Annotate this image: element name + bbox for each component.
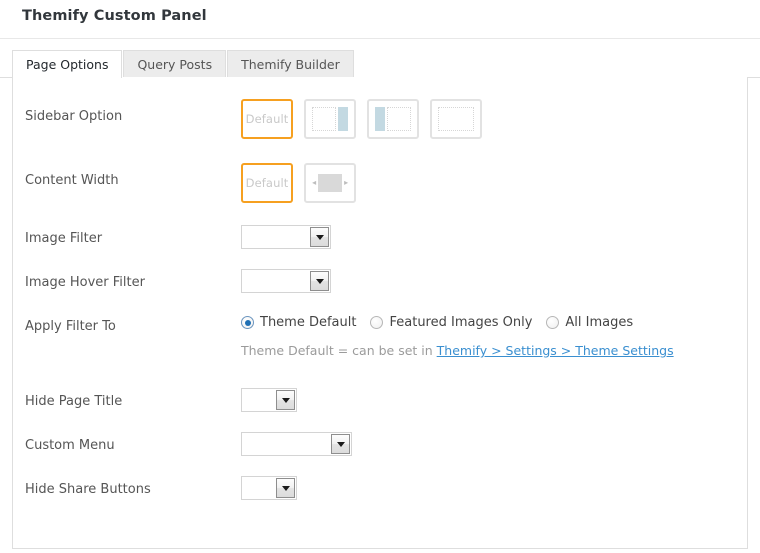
- sidebar-option-full-width[interactable]: [430, 99, 483, 139]
- select-value: [247, 477, 274, 499]
- select-value: [247, 270, 308, 292]
- row-image-filter: Image Filter: [13, 225, 747, 255]
- content-width-custom[interactable]: ◂ ▸: [304, 163, 357, 203]
- row-apply-filter-to: Apply Filter To Theme Default Featured I…: [13, 313, 747, 373]
- apply-filter-to-radio-group: Theme Default Featured Images Only All I…: [241, 315, 674, 330]
- radio-indicator: [241, 316, 254, 329]
- tab-label: Page Options: [26, 57, 109, 72]
- sidebar-option-default[interactable]: Default: [241, 99, 293, 139]
- tab-label: Query Posts: [137, 57, 213, 72]
- tab-query-posts[interactable]: Query Posts: [123, 50, 227, 78]
- field-sidebar-option: Default: [241, 99, 488, 139]
- option-label: Default: [245, 176, 289, 190]
- layout-right-sidebar-icon: [312, 107, 349, 131]
- chevron-down-icon[interactable]: [310, 271, 329, 291]
- hide-page-title-select[interactable]: [241, 388, 297, 412]
- radio-indicator: [546, 316, 560, 329]
- label-custom-menu: Custom Menu: [25, 438, 115, 453]
- sidebar-option-sidebar-right[interactable]: [304, 99, 357, 139]
- layout-left-sidebar-icon: [375, 107, 412, 131]
- field-content-width: Default ◂ ▸: [241, 163, 362, 203]
- content-width-bar-icon: ◂ ▸: [312, 171, 348, 195]
- label-hide-share-buttons: Hide Share Buttons: [25, 482, 151, 497]
- field-hide-page-title: [241, 388, 297, 412]
- field-custom-menu: [241, 432, 352, 456]
- radio-indicator: [370, 316, 384, 329]
- select-value: [247, 389, 274, 411]
- field-hide-share-buttons: [241, 476, 297, 500]
- tab-page-options[interactable]: Page Options: [12, 50, 123, 79]
- row-custom-menu: Custom Menu: [13, 432, 747, 462]
- chevron-down-icon[interactable]: [310, 227, 329, 247]
- page-title: Themify Custom Panel: [22, 8, 207, 24]
- tab-label: Themify Builder: [241, 57, 340, 72]
- image-hover-filter-select[interactable]: [241, 269, 331, 293]
- label-image-filter: Image Filter: [25, 231, 103, 246]
- hide-share-buttons-select[interactable]: [241, 476, 297, 500]
- option-label: Default: [245, 112, 289, 126]
- chevron-down-icon[interactable]: [276, 478, 295, 498]
- custom-menu-select[interactable]: [241, 432, 352, 456]
- radio-featured-images-only[interactable]: Featured Images Only: [370, 315, 532, 330]
- select-value: [247, 433, 329, 455]
- image-filter-select[interactable]: [241, 225, 331, 249]
- radio-label: All Images: [565, 315, 634, 330]
- chevron-down-icon[interactable]: [331, 434, 350, 454]
- tab-list: Page Options Query Posts Themify Builder: [12, 50, 355, 79]
- chevron-down-icon[interactable]: [276, 390, 295, 410]
- page-options-panel: Sidebar Option Default Content Width Def…: [12, 77, 748, 549]
- radio-label: Theme Default: [260, 315, 357, 330]
- row-hide-page-title: Hide Page Title: [13, 388, 747, 418]
- row-image-hover-filter: Image Hover Filter: [13, 269, 747, 299]
- label-apply-filter-to: Apply Filter To: [25, 319, 116, 334]
- label-hide-page-title: Hide Page Title: [25, 394, 123, 409]
- radio-label: Featured Images Only: [389, 315, 533, 330]
- label-sidebar-option: Sidebar Option: [25, 109, 123, 124]
- radio-all-images[interactable]: All Images: [546, 315, 633, 330]
- title-divider: [0, 38, 760, 39]
- theme-settings-link[interactable]: Themify > Settings > Theme Settings: [437, 343, 674, 358]
- label-image-hover-filter: Image Hover Filter: [25, 275, 145, 290]
- content-width-default[interactable]: Default: [241, 163, 293, 203]
- label-content-width: Content Width: [25, 173, 119, 188]
- sidebar-option-sidebar-left[interactable]: [367, 99, 420, 139]
- apply-filter-helper-text: Theme Default = can be set in Themify > …: [241, 343, 674, 358]
- themify-custom-panel: Themify Custom Panel Page Options Query …: [0, 0, 760, 553]
- radio-theme-default[interactable]: Theme Default: [241, 315, 356, 330]
- layout-full-width-icon: [438, 107, 475, 131]
- row-hide-share-buttons: Hide Share Buttons: [13, 476, 747, 506]
- field-image-filter: [241, 225, 331, 249]
- helper-prefix: Theme Default = can be set in: [241, 343, 437, 358]
- field-image-hover-filter: [241, 269, 331, 293]
- select-value: [247, 226, 308, 248]
- row-content-width: Content Width Default ◂ ▸: [13, 161, 747, 205]
- field-apply-filter-to: Theme Default Featured Images Only All I…: [241, 315, 674, 358]
- row-sidebar-option: Sidebar Option Default: [13, 97, 747, 141]
- tab-themify-builder[interactable]: Themify Builder: [227, 50, 354, 78]
